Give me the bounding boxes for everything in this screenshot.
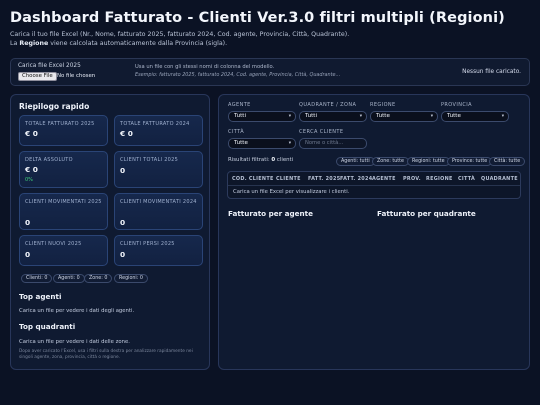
reset-chip-agents[interactable]: Agenti: tutti (336, 157, 375, 166)
subtitle-line-1: Carica il tuo file Excel (Nr., Nome, fat… (10, 31, 350, 38)
client-search-input[interactable]: Nome o città... (299, 138, 367, 149)
column-header-regione[interactable]: REGIONE (426, 176, 453, 182)
kpi-value: 0 (120, 166, 126, 175)
quadrant-chart-title: Fatturato per quadrante (377, 209, 476, 218)
upload-hint: Usa un file con gli stessi nomi di colon… (135, 64, 275, 70)
help-note: Dopo aver caricato l'Excel, usa i filtri… (19, 349, 193, 360)
filter-label-provincia: PROVINCIA (441, 102, 472, 108)
kpi-value: 0 (120, 218, 126, 227)
no-file-text: No file chosen (57, 73, 96, 79)
kpi-label: CLIENTI MOVIMENTATI 2025 (25, 199, 102, 205)
summary-title: Riepilogo rapido (19, 102, 90, 111)
province-select-value: Tutte (447, 113, 461, 119)
top-agents-title: Top agenti (19, 292, 62, 301)
filter-label-regione: REGIONE (370, 102, 396, 108)
choose-file-button[interactable]: Choose File (18, 72, 57, 81)
kpi-delta-percent: 0% (25, 177, 33, 183)
kpi-label: TOTALE FATTURATO 2024 (120, 121, 190, 127)
filtered-results-label: Risultati filtrati: (228, 157, 272, 163)
count-chip-regions: Regioni: 0 (114, 274, 148, 283)
city-select-value: Tutte (234, 140, 248, 146)
filter-label-cerca: CERCA CLIENTE (299, 129, 344, 135)
filter-label-citta: CITTÀ (228, 129, 245, 135)
agent-select[interactable]: Tutti ▾ (228, 111, 296, 122)
summary-panel: Riepilogo rapido TOTALE FATTURATO 2025 €… (10, 94, 210, 370)
column-header-agente[interactable]: AGENTE (372, 176, 396, 182)
kpi-card-total-2024: TOTALE FATTURATO 2024 € 0 (114, 115, 203, 146)
top-quadrants-empty: Carica un file per vedere i dati delle z… (19, 339, 130, 345)
kpi-label: TOTALE FATTURATO 2025 (25, 121, 95, 127)
table-divider (228, 185, 520, 186)
filters-panel: AGENTE Tutti ▾ QUADRANTE / ZONA Tutti ▾ … (218, 94, 530, 370)
count-chip-zones: Zone: 0 (84, 274, 113, 283)
kpi-value: 0 (25, 218, 31, 227)
agent-select-value: Tutti (234, 113, 247, 119)
region-select-value: Tutte (376, 113, 390, 119)
quadrant-select-value: Tutti (305, 113, 318, 119)
kpi-card-moved-2025: CLIENTI MOVIMENTATI 2025 0 (19, 193, 108, 230)
kpi-value: 0 (120, 250, 126, 259)
chevron-down-icon: ▾ (359, 114, 362, 119)
kpi-card-delta: DELTA ASSOLUTO € 0 0% (19, 151, 108, 188)
kpi-card-clients-2025: CLIENTI TOTALI 2025 0 (114, 151, 203, 188)
kpi-label: CLIENTI MOVIMENTATI 2024 (120, 199, 197, 205)
kpi-value: € 0 (25, 129, 38, 138)
top-agents-empty: Carica un file per vedere i dati degli a… (19, 308, 135, 314)
filter-label-quadrante: QUADRANTE / ZONA (299, 102, 357, 108)
kpi-card-total-2025: TOTALE FATTURATO 2025 € 0 (19, 115, 108, 146)
column-header-prov[interactable]: PROV. (403, 176, 421, 182)
column-header-fatt-2025[interactable]: FATT. 2025 (308, 176, 340, 182)
kpi-label: CLIENTI PERSI 2025 (120, 241, 175, 247)
kpi-value: € 0 (120, 129, 133, 138)
kpi-card-lost-2025: CLIENTI PERSI 2025 0 (114, 235, 203, 266)
count-chip-agents: Agenti: 0 (53, 274, 85, 283)
page-subtitle: Carica il tuo file Excel (Nr., Nome, fat… (10, 31, 530, 48)
chevron-down-icon: ▾ (288, 114, 291, 119)
kpi-card-moved-2024: CLIENTI MOVIMENTATI 2024 0 (114, 193, 203, 230)
kpi-value: 0 (25, 250, 31, 259)
kpi-value: € 0 (25, 165, 38, 174)
reset-chip-provinces[interactable]: Province: tutte (447, 157, 493, 166)
upload-status: Nessun file caricato. (462, 69, 521, 75)
subtitle-text: La (10, 39, 20, 47)
quadrant-select[interactable]: Tutti ▾ (299, 111, 367, 122)
reset-chip-cities[interactable]: Città: tutte (489, 157, 526, 166)
kpi-label: CLIENTI NUOVI 2025 (25, 241, 82, 247)
column-header-quadrante[interactable]: QUADRANTE (481, 176, 518, 182)
city-select[interactable]: Tutte ▾ (228, 138, 296, 149)
top-quadrants-title: Top quadranti (19, 322, 76, 331)
subtitle-bold: Regione (19, 39, 49, 47)
subtitle-text: viene calcolata automaticamente dalla Pr… (48, 39, 228, 47)
page-title: Dashboard Fatturato - Clienti Ver.3.0 fi… (10, 10, 505, 26)
filtered-results: Risultati filtrati: 0 clienti (228, 157, 293, 163)
column-header-citta[interactable]: CITTÀ (458, 176, 475, 182)
filtered-results-unit: clienti (275, 157, 294, 163)
table-empty-message: Carica un file Excel per visualizzare i … (233, 189, 350, 195)
upload-label: Carica file Excel 2025 (18, 63, 81, 69)
kpi-label: DELTA ASSOLUTO (25, 157, 73, 163)
column-header-cod-cliente[interactable]: COD. CLIENTE (232, 176, 274, 182)
page-header: Dashboard Fatturato - Clienti Ver.3.0 fi… (10, 10, 530, 48)
reset-chip-regions[interactable]: Regioni: tutte (407, 157, 450, 166)
count-chip-clients: Clienti: 0 (21, 274, 53, 283)
subtitle-line-2: La Regione viene calcolata automaticamen… (10, 40, 530, 49)
column-header-cliente[interactable]: CLIENTE (276, 176, 301, 182)
chevron-down-icon: ▾ (501, 114, 504, 119)
upload-columns-hint: Esempio: fatturato 2025, fatturato 2024,… (135, 72, 341, 78)
column-header-fatt-2024[interactable]: FATT. 2024 (340, 176, 372, 182)
agent-chart-title: Fatturato per agente (228, 209, 313, 218)
filter-label-agente: AGENTE (228, 102, 251, 108)
upload-panel: Carica file Excel 2025 Choose File No fi… (10, 58, 530, 86)
kpi-card-new-2025: CLIENTI NUOVI 2025 0 (19, 235, 108, 266)
chevron-down-icon: ▾ (430, 114, 433, 119)
kpi-label: CLIENTI TOTALI 2025 (120, 157, 179, 163)
province-select[interactable]: Tutte ▾ (441, 111, 509, 122)
reset-chip-zones[interactable]: Zone: tutte (372, 157, 409, 166)
chevron-down-icon: ▾ (288, 141, 291, 146)
region-select[interactable]: Tutte ▾ (370, 111, 438, 122)
clients-table: COD. CLIENTE CLIENTE FATT. 2025 FATT. 20… (227, 171, 521, 199)
